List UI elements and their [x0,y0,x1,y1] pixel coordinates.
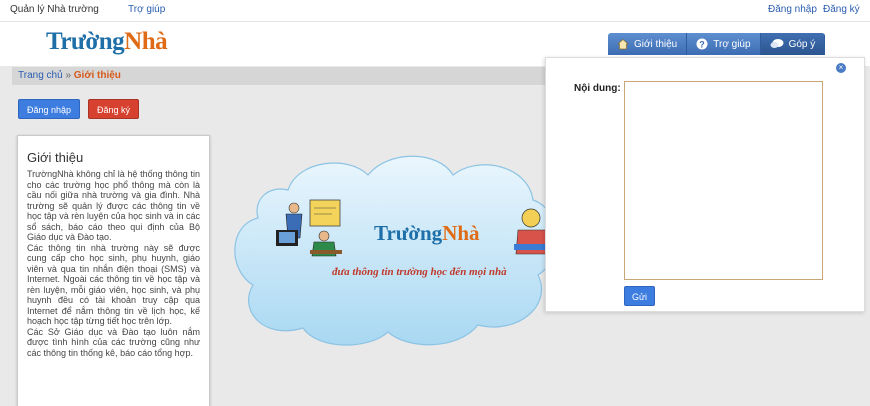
register-button[interactable]: Đăng ký [88,99,140,119]
logo-part-2: Nhà [124,28,168,55]
banner-brand-1: Trường [374,221,443,245]
breadcrumb-home[interactable]: Trang chủ [18,70,63,81]
svg-text:?: ? [700,40,706,50]
nav-intro[interactable]: Giới thiệu [608,33,688,55]
login-link[interactable]: Đăng nhập [768,4,817,15]
nav-help-label: Trợ giúp [713,38,751,50]
banner-brand-2: Nhà [442,221,480,245]
intro-paragraph-2: Các thông tin nhà trường này sẽ được cun… [27,242,200,327]
breadcrumb: Trang chủ » Giới thiệu [12,67,552,85]
intro-title: Giới thiệu [27,150,84,165]
nav-intro-label: Giới thiệu [634,38,678,50]
banner-slogan: đưa thông tin trường học đến mọi nhà [332,266,507,278]
home-icon [617,39,629,50]
send-button[interactable]: Gửi [624,286,656,306]
intro-paragraph-1: TrườngNhà không chỉ là hệ thống thông ti… [27,169,200,242]
main-nav: Giới thiệu ? Trợ giúp Góp ý [608,33,826,55]
site-name: Quản lý Nhà trường [10,4,99,15]
banner-brand: TrườngNhà [374,221,480,245]
question-icon: ? [696,38,708,50]
intro-paragraph-3: Các Sở Giáo dục và Đào tạo luôn nắm được… [27,326,200,358]
register-link[interactable]: Đăng ký [823,4,860,15]
breadcrumb-current: Giới thiệu [73,70,121,81]
feedback-textarea[interactable] [624,81,823,280]
speech-bubble-icon [770,39,784,48]
login-button[interactable]: Đăng nhập [18,99,81,119]
close-icon[interactable]: × [836,63,846,73]
help-link[interactable]: Trợ giúp [128,4,165,15]
logo-part-1: Trường [46,28,125,55]
nav-feedback[interactable]: Góp ý [760,33,826,55]
nav-help[interactable]: ? Trợ giúp [687,33,761,55]
feedback-panel: × Nội dung: Gửi [545,57,865,312]
logo[interactable]: TrườngNhà [46,28,168,56]
banner-cloud: TrườngNhà đưa thông tin trường học đến m… [234,155,557,346]
top-bar: Quản lý Nhà trường Trợ giúp Đăng nhập Đă… [0,0,870,22]
breadcrumb-separator: » [65,70,71,81]
intro-panel: Giới thiệu TrườngNhà không chỉ là hệ thố… [17,135,210,406]
nav-feedback-label: Góp ý [788,38,816,50]
content-label: Nội dung: [574,83,621,94]
